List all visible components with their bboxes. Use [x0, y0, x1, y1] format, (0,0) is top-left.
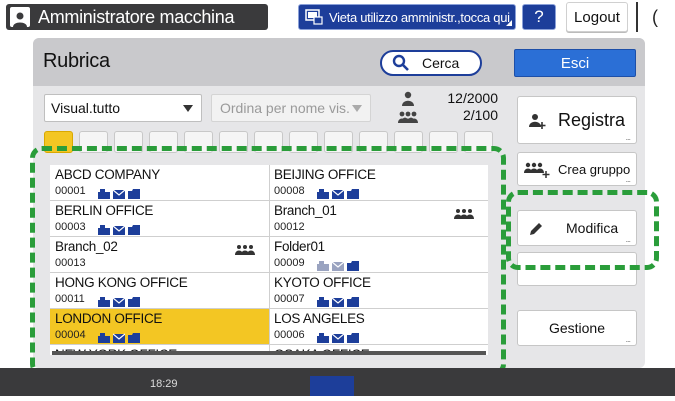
create-group-button[interactable]: Crea gruppo ...	[517, 152, 637, 186]
user-group-count-icons	[398, 91, 418, 123]
display-filter-select[interactable]: Visual.tutto	[44, 94, 202, 122]
sort-order-placeholder: Ordina per nome vis.	[220, 100, 350, 116]
sort-order-select: Ordina per nome vis.	[211, 94, 371, 122]
highlight-list-frame	[30, 146, 506, 376]
exit-button[interactable]: Esci	[514, 49, 636, 77]
clock: 18:29	[150, 378, 178, 390]
more-dots: ...	[625, 174, 630, 184]
chevron-down-icon	[352, 105, 362, 112]
search-icon	[392, 54, 409, 71]
chevron-down-icon	[183, 105, 193, 112]
create-group-label: Crea gruppo	[558, 161, 631, 177]
register-button[interactable]: Registra ...	[517, 96, 637, 144]
panel-header: Rubrica Cerca Esci	[33, 38, 645, 86]
top-status-bar: Amministratore macchina Vieta utilizzo a…	[0, 0, 675, 34]
page-title: Rubrica	[43, 50, 110, 72]
admin-indicator: Amministratore macchina	[6, 4, 268, 30]
single-user-icon	[402, 91, 414, 106]
highlight-edit-frame	[506, 190, 659, 270]
home-button[interactable]	[310, 376, 354, 396]
bottom-bar: 18:29	[0, 368, 675, 396]
search-button[interactable]: Cerca	[380, 50, 482, 76]
manage-button[interactable]: Gestione ...	[517, 310, 637, 346]
more-dots: ...	[625, 132, 630, 142]
entry-counts: 12/2000 2/100	[428, 90, 498, 124]
group-icon	[398, 111, 418, 123]
search-label: Cerca	[422, 55, 460, 71]
help-button[interactable]: ?	[522, 4, 556, 30]
group-count: 2/100	[462, 107, 498, 123]
logout-button[interactable]: Logout	[566, 2, 628, 32]
screen-notice-icon	[305, 9, 323, 25]
display-filter-value: Visual.tutto	[51, 100, 121, 116]
admin-title: Amministratore macchina	[38, 6, 235, 27]
manage-label: Gestione	[548, 320, 606, 336]
restriction-notice-button[interactable]: Vieta utilizzo amministr.,tocca qui	[298, 4, 516, 30]
add-group-icon	[524, 162, 550, 178]
energy-saver-button[interactable]: (	[636, 2, 672, 32]
more-dots: ...	[625, 334, 630, 344]
restriction-notice-label: Vieta utilizzo amministr.,tocca qui	[329, 9, 510, 25]
user-icon	[10, 7, 30, 27]
expand-corner-icon	[506, 20, 512, 26]
add-user-icon	[529, 114, 546, 129]
user-count: 12/2000	[447, 90, 498, 106]
register-label: Registra	[558, 109, 626, 130]
